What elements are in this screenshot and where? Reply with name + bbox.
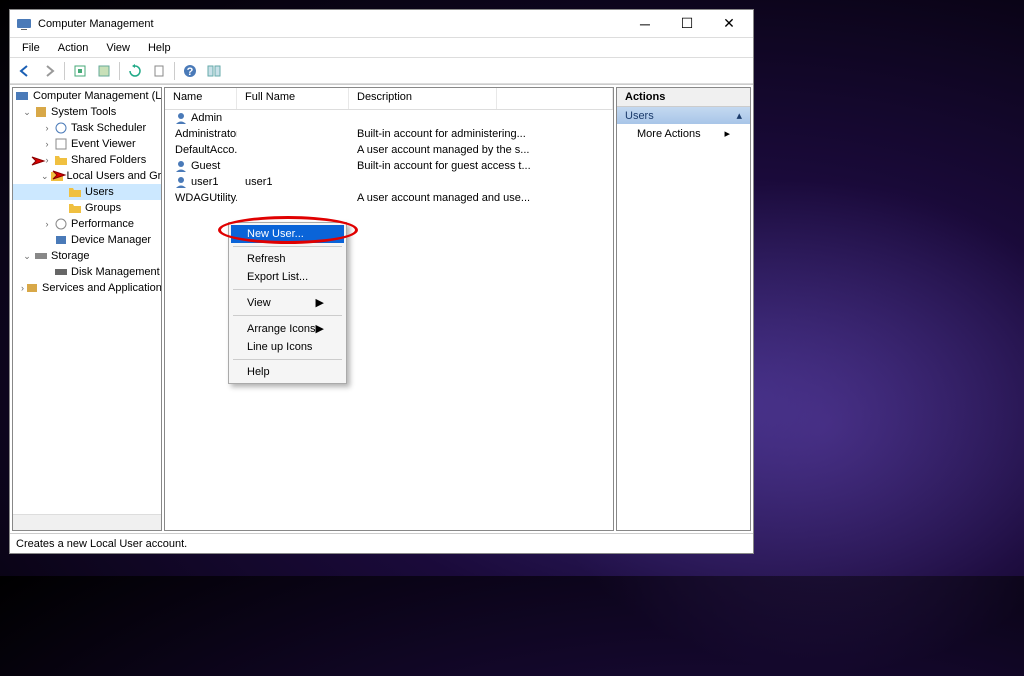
tree-pane: Computer Management (Local) ⌄ System Too… (12, 87, 162, 531)
user-icon (173, 159, 189, 173)
actions-group-users[interactable]: Users ▴ (617, 107, 750, 124)
list-body: AdminAdministratorBuilt-in account for a… (165, 110, 613, 206)
expander-icon[interactable]: ⌄ (41, 171, 49, 182)
collapse-icon: ▴ (736, 109, 742, 122)
up-button[interactable] (69, 60, 91, 82)
actions-more[interactable]: More Actions ▸ (617, 124, 750, 143)
toolbar: ? (10, 58, 753, 84)
expander-icon[interactable]: › (41, 139, 53, 149)
expander-icon[interactable]: ⌄ (21, 107, 33, 118)
ctx-separator (233, 359, 342, 360)
tree-performance[interactable]: › Performance (13, 216, 161, 232)
annotation-arrow-1 (30, 155, 50, 167)
tree-device-manager[interactable]: Device Manager (13, 232, 161, 248)
tree-users[interactable]: Users (13, 184, 161, 200)
ctx-separator (233, 246, 342, 247)
expander-icon[interactable]: › (41, 219, 53, 229)
ctx-refresh[interactable]: Refresh (231, 250, 344, 268)
status-text: Creates a new Local User account. (16, 538, 187, 550)
tree-groups[interactable]: Groups (13, 200, 161, 216)
ctx-new-user[interactable]: New User... (231, 225, 344, 243)
col-fullname[interactable]: Full Name (237, 88, 349, 109)
ctx-help[interactable]: Help (231, 363, 344, 381)
actions-pane: Actions Users ▴ More Actions ▸ (616, 87, 751, 531)
table-row[interactable]: DefaultAcco...A user account managed by … (165, 142, 613, 158)
user-icon (173, 111, 189, 125)
col-empty (497, 88, 613, 109)
tree-root[interactable]: Computer Management (Local) (13, 88, 161, 104)
tree-event-viewer[interactable]: › Event Viewer (13, 136, 161, 152)
forward-button[interactable] (38, 60, 60, 82)
menu-view[interactable]: View (98, 40, 138, 56)
tree-disk-mgmt[interactable]: Disk Management (13, 264, 161, 280)
maximize-button[interactable]: ☐ (675, 14, 699, 34)
main-area: Computer Management (Local) ⌄ System Too… (10, 84, 753, 533)
expander-icon[interactable]: › (41, 123, 53, 133)
menubar: File Action View Help (10, 38, 753, 58)
chevron-right-icon: ▶ (315, 322, 323, 335)
window-title: Computer Management (38, 18, 633, 30)
menu-help[interactable]: Help (140, 40, 179, 56)
list-pane: Name Full Name Description AdminAdminist… (164, 87, 614, 531)
actions-header: Actions (617, 88, 750, 107)
tree-system-tools[interactable]: ⌄ System Tools (13, 104, 161, 120)
export-button[interactable] (148, 60, 170, 82)
computer-management-window: Computer Management ─ ☐ ✕ File Action Vi… (9, 9, 754, 554)
ctx-lineup[interactable]: Line up Icons (231, 338, 344, 356)
close-button[interactable]: ✕ (717, 14, 741, 34)
menu-action[interactable]: Action (50, 40, 97, 56)
col-description[interactable]: Description (349, 88, 497, 109)
table-row[interactable]: WDAGUtility...A user account managed and… (165, 190, 613, 206)
tree-services-apps[interactable]: › Services and Applications (13, 280, 161, 296)
col-name[interactable]: Name (165, 88, 237, 109)
show-hide-button[interactable] (203, 60, 225, 82)
context-menu: New User... Refresh Export List... View▶… (228, 222, 347, 384)
menu-file[interactable]: File (14, 40, 48, 56)
ctx-arrange[interactable]: Arrange Icons▶ (231, 319, 344, 338)
back-button[interactable] (14, 60, 36, 82)
svg-text:?: ? (187, 66, 194, 78)
minimize-button[interactable]: ─ (633, 14, 657, 34)
user-icon (173, 175, 189, 189)
ctx-view[interactable]: View▶ (231, 293, 344, 312)
ctx-separator (233, 315, 342, 316)
refresh-button[interactable] (124, 60, 146, 82)
list-header: Name Full Name Description (165, 88, 613, 110)
ctx-export[interactable]: Export List... (231, 268, 344, 286)
chevron-right-icon: ▸ (724, 127, 730, 140)
titlebar: Computer Management ─ ☐ ✕ (10, 10, 753, 38)
tree-task-scheduler[interactable]: › Task Scheduler (13, 120, 161, 136)
expander-icon[interactable]: ⌄ (21, 251, 33, 262)
app-icon (16, 16, 32, 32)
ctx-separator (233, 289, 342, 290)
table-row[interactable]: user1user1 (165, 174, 613, 190)
chevron-right-icon: ▶ (315, 296, 323, 309)
annotation-arrow-2 (51, 169, 71, 181)
table-row[interactable]: Admin (165, 110, 613, 126)
table-row[interactable]: GuestBuilt-in account for guest access t… (165, 158, 613, 174)
properties-button[interactable] (93, 60, 115, 82)
statusbar: Creates a new Local User account. (10, 533, 753, 553)
tree-local-users-groups[interactable]: ⌄ Local Users and Groups (13, 168, 161, 184)
help-button[interactable]: ? (179, 60, 201, 82)
tree-storage[interactable]: ⌄ Storage (13, 248, 161, 264)
table-row[interactable]: AdministratorBuilt-in account for admini… (165, 126, 613, 142)
tree-scrollbar[interactable] (13, 514, 161, 530)
